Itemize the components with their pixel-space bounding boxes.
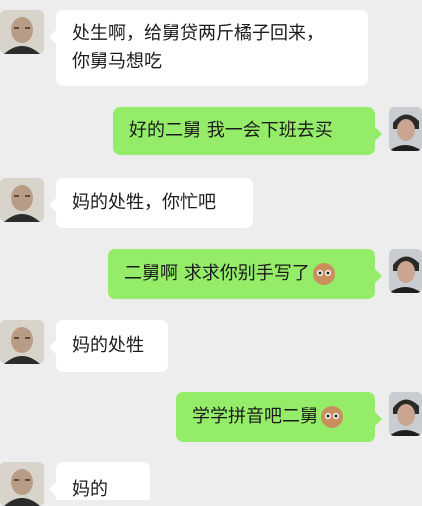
message-text: 妈的处牲，你忙吧 — [72, 192, 216, 213]
chat-message-list: 处生啊，给舅贷两斤橘子回来， 你舅马想吃 好的二舅 我一会下班去买 妈的处牲，你… — [0, 0, 422, 506]
message-text: 妈的处牲 — [72, 335, 144, 356]
message-bubble-outgoing[interactable]: 二舅啊 求求你别手写了 — [108, 249, 382, 299]
old-man-avatar-icon — [0, 10, 44, 54]
old-man-avatar-icon — [0, 462, 44, 506]
message-text: 好的二舅 我一会下班去买 — [129, 120, 333, 141]
face-icon — [312, 262, 336, 286]
message-line: 处生啊，给舅贷两斤橘子回来， — [72, 23, 324, 44]
message-text: 学学拼音吧二舅 — [192, 406, 318, 427]
message-bubble-outgoing[interactable]: 学学拼音吧二舅 — [176, 392, 382, 442]
contact-avatar-old-man[interactable] — [0, 178, 44, 222]
young-man-avatar-icon — [389, 249, 422, 293]
message-bubble-incoming[interactable]: 妈的 — [49, 462, 150, 500]
message-bubble-incoming[interactable]: 妈的处牲，你忙吧 — [49, 178, 253, 228]
young-man-avatar-icon — [389, 107, 422, 151]
my-avatar[interactable] — [389, 392, 422, 436]
message-bubble-outgoing[interactable]: 好的二舅 我一会下班去买 — [113, 107, 382, 155]
old-man-avatar-icon — [0, 320, 44, 364]
my-avatar[interactable] — [389, 249, 422, 293]
young-man-avatar-icon — [389, 392, 422, 436]
face-icon — [320, 405, 344, 429]
old-man-avatar-icon — [0, 178, 44, 222]
message-line: 你舅马想吃 — [72, 51, 162, 72]
message-text: 二舅啊 求求你别手写了 — [124, 263, 310, 284]
contact-avatar-old-man[interactable] — [0, 462, 44, 506]
message-bubble-incoming[interactable]: 处生啊，给舅贷两斤橘子回来， 你舅马想吃 — [49, 10, 368, 86]
my-avatar[interactable] — [389, 107, 422, 151]
contact-avatar-old-man[interactable] — [0, 10, 44, 54]
contact-avatar-old-man[interactable] — [0, 320, 44, 364]
message-bubble-incoming[interactable]: 妈的处牲 — [49, 320, 168, 372]
